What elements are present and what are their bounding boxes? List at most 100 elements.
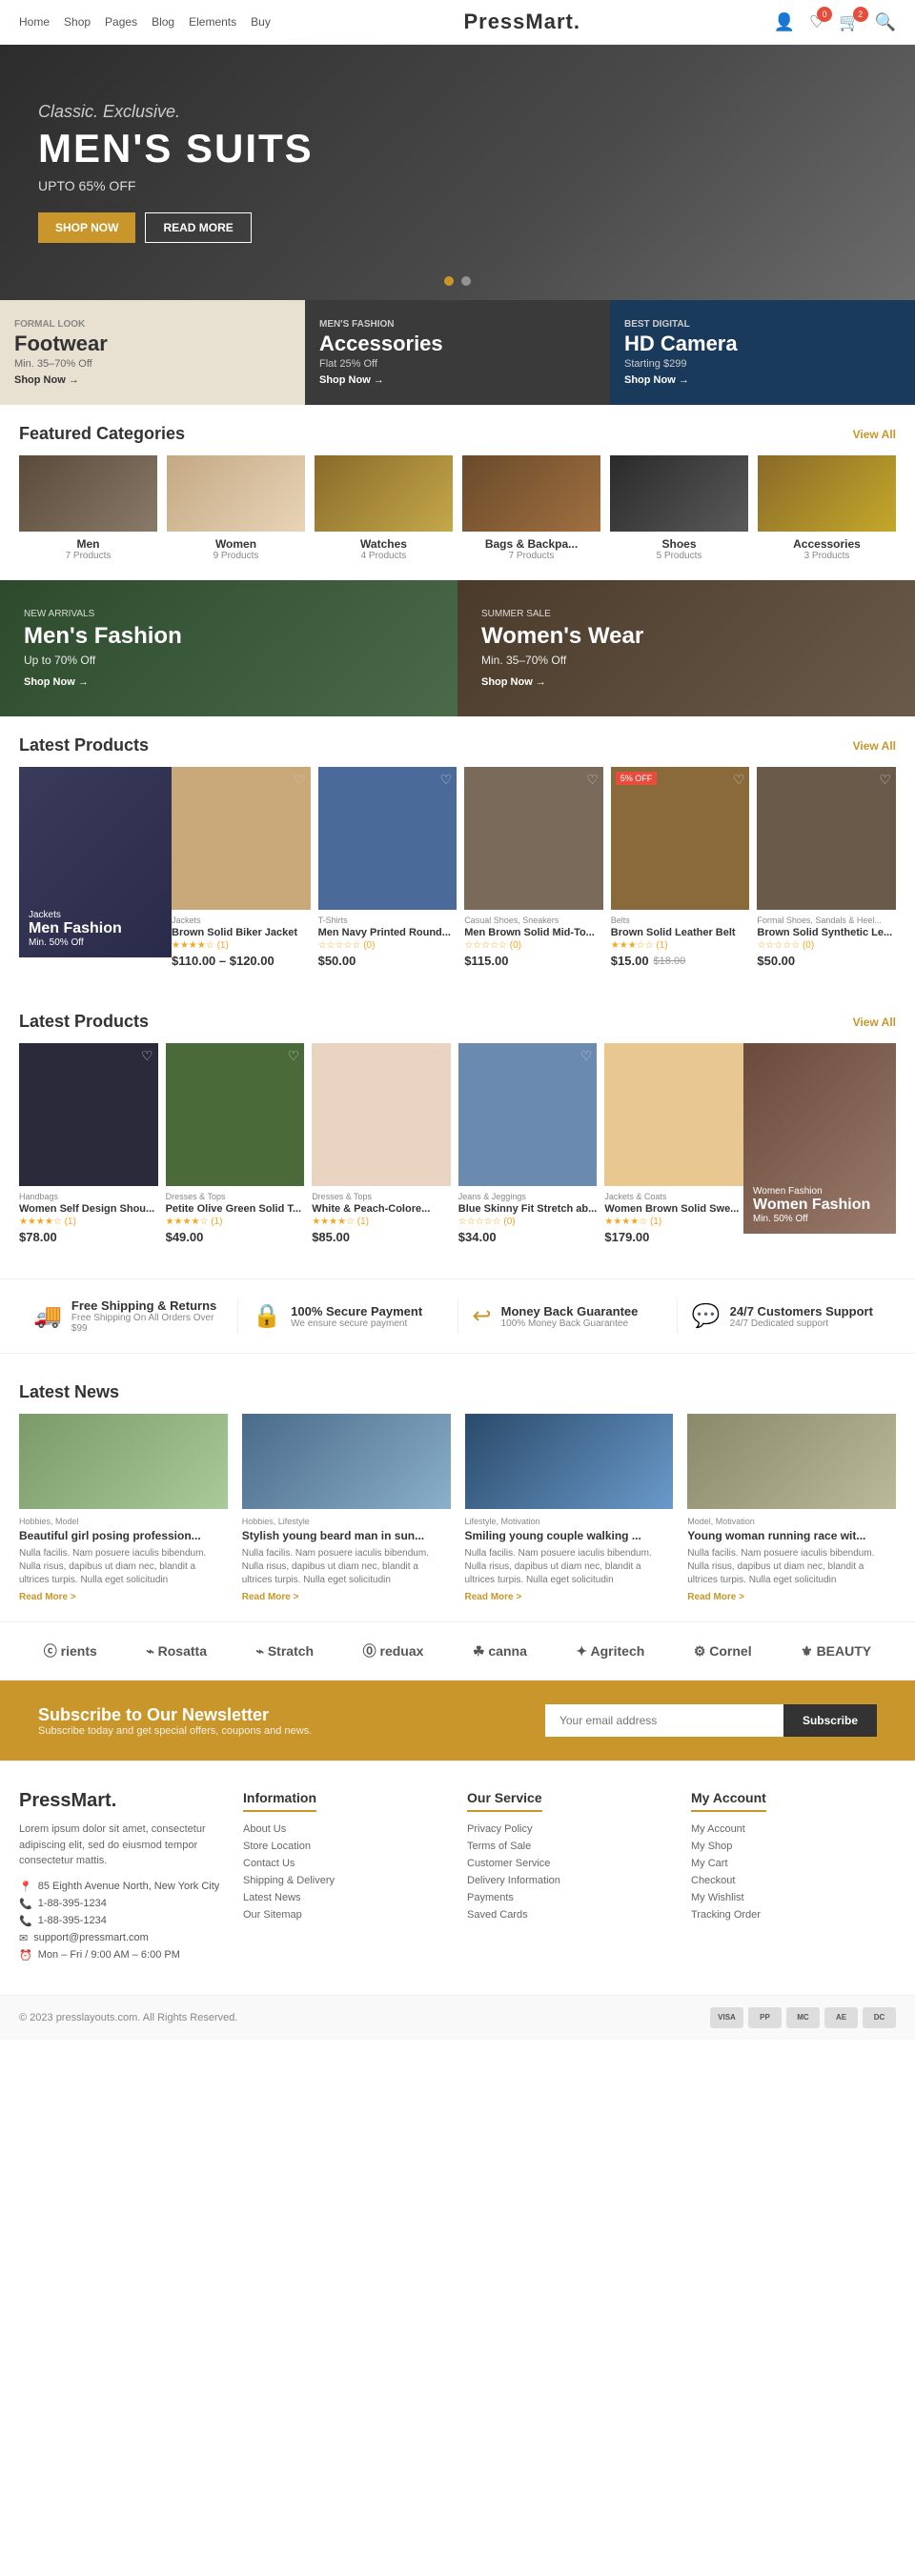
search-icon[interactable]: 🔍 xyxy=(875,12,896,32)
view-all-categories[interactable]: View All xyxy=(853,428,896,441)
footer-link-sitemap[interactable]: Our Sitemap xyxy=(243,1909,448,1921)
nav-pages[interactable]: Pages xyxy=(105,15,137,29)
hero-dot-1[interactable] xyxy=(444,276,454,286)
news-card-2[interactable]: Hobbies, Lifestyle Stylish young beard m… xyxy=(242,1414,451,1602)
site-logo[interactable]: PressMart. xyxy=(463,10,580,34)
product-card-2[interactable]: ♡ T-Shirts Men Navy Printed Round... ☆☆☆… xyxy=(318,767,458,974)
top-nav: Home Shop Pages Blog Elements Buy PressM… xyxy=(0,0,915,45)
featured-product-men[interactable]: Jackets Men Fashion Min. 50% Off xyxy=(19,767,172,974)
products-list-2: ♡ Handbags Women Self Design Shou... ★★★… xyxy=(19,1043,743,1250)
wishlist-icon-2[interactable]: ♡ xyxy=(440,772,453,788)
promo-link-3[interactable]: Shop Now → xyxy=(624,374,901,386)
cart-icon[interactable]: 🛒2 xyxy=(839,12,860,32)
wishlist-icon-w1[interactable]: ♡ xyxy=(141,1048,153,1064)
news-card-3[interactable]: Lifestyle, Motivation Smiling young coup… xyxy=(465,1414,674,1602)
product-card-4[interactable]: ♡ 5% OFF Belts Brown Solid Leather Belt … xyxy=(611,767,750,974)
brand-6[interactable]: ✦ Agritech xyxy=(576,1643,644,1660)
wishlist-icon-w5[interactable]: ♡ xyxy=(726,1048,739,1064)
wishlist-icon-1[interactable]: ♡ xyxy=(294,772,306,788)
brand-3[interactable]: ⌁ Stratch xyxy=(256,1643,315,1660)
product-category-3: Casual Shoes, Sneakers xyxy=(464,916,603,925)
brand-5[interactable]: ☘ canna xyxy=(473,1643,527,1660)
news-read-more-1[interactable]: Read More > xyxy=(19,1592,228,1602)
product-info-2: T-Shirts Men Navy Printed Round... ☆☆☆☆☆… xyxy=(318,910,458,974)
brand-1[interactable]: ⓒ rients xyxy=(44,1641,97,1660)
footer-link-news[interactable]: Latest News xyxy=(243,1892,448,1903)
wishlist-icon-w2[interactable]: ♡ xyxy=(288,1048,300,1064)
fashion-link-women[interactable]: Shop Now → xyxy=(481,676,891,688)
featured-product-men-label: Jackets Men Fashion Min. 50% Off xyxy=(29,910,122,948)
wishlist-icon-3[interactable]: ♡ xyxy=(586,772,599,788)
nav-shop[interactable]: Shop xyxy=(64,15,91,29)
brand-7[interactable]: ⚙ Cornel xyxy=(694,1643,752,1660)
footer-link-tracking[interactable]: Tracking Order xyxy=(691,1909,896,1921)
wishlist-icon[interactable]: ♡0 xyxy=(809,12,824,32)
view-all-products-1[interactable]: View All xyxy=(853,739,896,753)
product-card-w2[interactable]: ♡ Dresses & Tops Petite Olive Green Soli… xyxy=(166,1043,305,1250)
news-read-more-3[interactable]: Read More > xyxy=(465,1592,674,1602)
footer-link-wishlist[interactable]: My Wishlist xyxy=(691,1892,896,1903)
hero-dot-2[interactable] xyxy=(461,276,471,286)
product-card-w5[interactable]: ♡ Jackets & Coats Women Brown Solid Swe.… xyxy=(604,1043,743,1250)
user-icon[interactable]: 👤 xyxy=(774,12,795,32)
news-card-1[interactable]: Hobbies, Model Beautiful girl posing pro… xyxy=(19,1414,228,1602)
featured-product-women[interactable]: Women Fashion Women Fashion Min. 50% Off xyxy=(743,1043,896,1250)
hero-section: Classic. Exclusive. MEN'S SUITS UPTO 65%… xyxy=(0,45,915,300)
nav-buy[interactable]: Buy xyxy=(251,15,271,29)
brand-2[interactable]: ⌁ Rosatta xyxy=(146,1643,207,1660)
category-shoes[interactable]: Shoes 5 Products xyxy=(610,455,748,561)
wishlist-icon-5[interactable]: ♡ xyxy=(879,772,891,788)
nav-elements[interactable]: Elements xyxy=(189,15,236,29)
brand-4[interactable]: ⓪ reduax xyxy=(363,1641,424,1660)
footer-link-checkout[interactable]: Checkout xyxy=(691,1875,896,1886)
news-read-more-2[interactable]: Read More > xyxy=(242,1592,451,1602)
footer-link-terms[interactable]: Terms of Sale xyxy=(467,1841,672,1852)
hero-read-button[interactable]: READ MORE xyxy=(145,212,251,243)
category-men[interactable]: Men 7 Products xyxy=(19,455,157,561)
hours-text: Mon – Fri / 9:00 AM – 6:00 PM xyxy=(38,1949,180,1961)
news-card-4[interactable]: Model, Motivation Young woman running ra… xyxy=(687,1414,896,1602)
footer-link-my-account[interactable]: My Account xyxy=(691,1823,896,1835)
newsletter-email-input[interactable] xyxy=(545,1704,783,1737)
newsletter-subscribe-button[interactable]: Subscribe xyxy=(783,1704,877,1737)
footer-link-saved-cards[interactable]: Saved Cards xyxy=(467,1909,672,1921)
view-all-products-2[interactable]: View All xyxy=(853,1016,896,1029)
product-card-1[interactable]: ♡ Jackets Brown Solid Biker Jacket ★★★★☆… xyxy=(172,767,311,974)
nav-blog[interactable]: Blog xyxy=(152,15,174,29)
footer-link-about[interactable]: About Us xyxy=(243,1823,448,1835)
wishlist-icon-w4[interactable]: ♡ xyxy=(580,1048,593,1064)
promo-link-2[interactable]: Shop Now → xyxy=(319,374,596,386)
footer-link-my-shop[interactable]: My Shop xyxy=(691,1841,896,1852)
wishlist-icon-4[interactable]: ♡ xyxy=(733,772,745,788)
promo-link-1[interactable]: Shop Now → xyxy=(14,374,291,386)
product-card-3[interactable]: ♡ Casual Shoes, Sneakers Men Brown Solid… xyxy=(464,767,603,974)
hero-shop-button[interactable]: SHOP NOW xyxy=(38,212,135,243)
product-price-w2: $49.00 xyxy=(166,1230,305,1244)
footer-link-delivery[interactable]: Delivery Information xyxy=(467,1875,672,1886)
product-card-w4[interactable]: ♡ Jeans & Jeggings Blue Skinny Fit Stret… xyxy=(458,1043,598,1250)
product-name-w3: White & Peach-Colore... xyxy=(312,1203,451,1215)
category-women[interactable]: Women 9 Products xyxy=(167,455,305,561)
footer-logo[interactable]: PressMart. xyxy=(19,1790,224,1812)
brand-8[interactable]: ⚜ BEAUTY xyxy=(801,1643,871,1660)
fashion-link-men[interactable]: Shop Now → xyxy=(24,676,434,688)
footer-link-payments[interactable]: Payments xyxy=(467,1892,672,1903)
footer-link-customer[interactable]: Customer Service xyxy=(467,1858,672,1869)
news-read-more-4[interactable]: Read More > xyxy=(687,1592,896,1602)
footer-link-shipping[interactable]: Shipping & Delivery xyxy=(243,1875,448,1886)
product-card-5[interactable]: ♡ Formal Shoes, Sandals & Heel... Brown … xyxy=(757,767,896,974)
category-watches[interactable]: Watches 4 Products xyxy=(315,455,453,561)
promo-tag-3: Best Digital xyxy=(624,319,901,330)
product-card-w3[interactable]: ♡ Dresses & Tops White & Peach-Colore...… xyxy=(312,1043,451,1250)
fashion-row: New Arrivals Men's Fashion Up to 70% Off… xyxy=(0,580,915,716)
footer-link-my-cart[interactable]: My Cart xyxy=(691,1858,896,1869)
footer-link-store[interactable]: Store Location xyxy=(243,1841,448,1852)
nav-home[interactable]: Home xyxy=(19,15,50,29)
footer-link-privacy[interactable]: Privacy Policy xyxy=(467,1823,672,1835)
category-bags[interactable]: Bags & Backpa... 7 Products xyxy=(462,455,600,561)
wishlist-icon-w3[interactable]: ♡ xyxy=(434,1048,446,1064)
category-accessories[interactable]: Accessories 3 Products xyxy=(758,455,896,561)
promo-name-2: Accessories xyxy=(319,332,596,356)
footer-link-contact[interactable]: Contact Us xyxy=(243,1858,448,1869)
product-card-w1[interactable]: ♡ Handbags Women Self Design Shou... ★★★… xyxy=(19,1043,158,1250)
